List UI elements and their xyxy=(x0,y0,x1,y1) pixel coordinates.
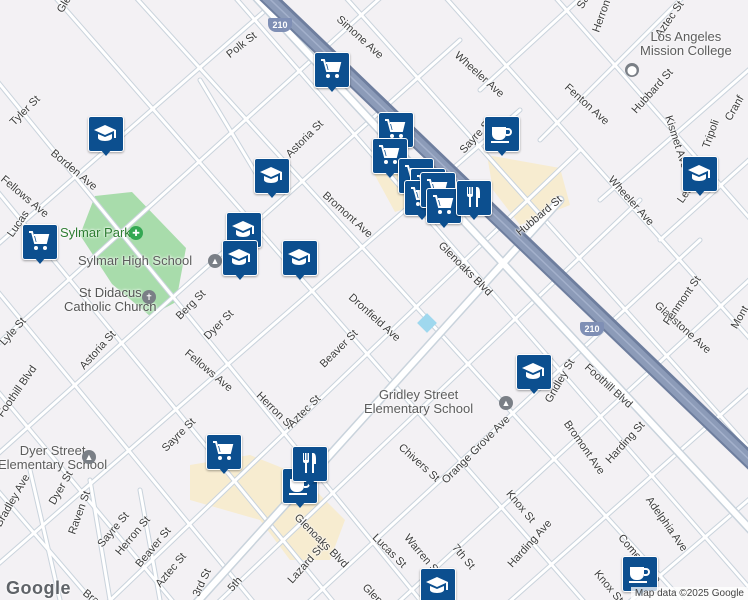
marker-tail xyxy=(294,501,306,508)
freeway-shield: 210 xyxy=(580,322,604,336)
grocery-marker[interactable] xyxy=(314,52,350,92)
marker-tail xyxy=(468,213,480,220)
school-marker[interactable] xyxy=(254,158,290,198)
restaurant-marker[interactable] xyxy=(292,446,328,486)
grocery-marker[interactable] xyxy=(206,434,242,474)
marker-tail xyxy=(218,467,230,474)
marker-tail xyxy=(294,273,306,280)
church-icon: ✝ xyxy=(142,290,156,304)
poi-label-gridley[interactable]: Gridley Street Elementary School xyxy=(364,388,473,416)
park-icon: ✚ xyxy=(129,226,143,240)
google-logo: Google xyxy=(6,578,71,598)
marker-tail xyxy=(528,387,540,394)
school-marker[interactable] xyxy=(282,240,318,280)
freeway-shield: 210 xyxy=(268,18,292,32)
school-marker[interactable] xyxy=(222,240,258,280)
marker-tail xyxy=(384,171,396,178)
marker-tail xyxy=(234,273,246,280)
school-icon: ▲ xyxy=(499,396,513,410)
school-icon: ▲ xyxy=(82,450,96,464)
poi-label-sylmar-park[interactable]: Sylmar Park xyxy=(60,226,131,240)
school-marker[interactable] xyxy=(516,354,552,394)
poi-label-lamc[interactable]: Los Angeles Mission College xyxy=(640,30,732,58)
school-icon: ▲ xyxy=(208,254,222,268)
map-attribution[interactable]: Map data ©2025 Google xyxy=(630,587,748,600)
marker-tail xyxy=(496,149,508,156)
poi-label-sylmar-high[interactable]: Sylmar High School xyxy=(78,254,192,268)
school-marker[interactable] xyxy=(88,116,124,156)
marker-tail xyxy=(100,149,112,156)
restaurant-marker[interactable] xyxy=(456,180,492,220)
school-marker[interactable] xyxy=(682,156,718,196)
marker-tail xyxy=(694,189,706,196)
marker-tail xyxy=(304,479,316,486)
school-marker[interactable] xyxy=(420,568,456,600)
marker-tail xyxy=(326,85,338,92)
college-icon: ⬤ xyxy=(625,63,639,77)
map-canvas[interactable]: Polk St Tyler St Borden Ave Fellows Ave … xyxy=(0,0,748,600)
marker-tail xyxy=(34,257,46,264)
cafe-marker[interactable] xyxy=(484,116,520,156)
marker-tail xyxy=(438,221,450,228)
marker-tail xyxy=(266,191,278,198)
grocery-marker[interactable] xyxy=(22,224,58,264)
